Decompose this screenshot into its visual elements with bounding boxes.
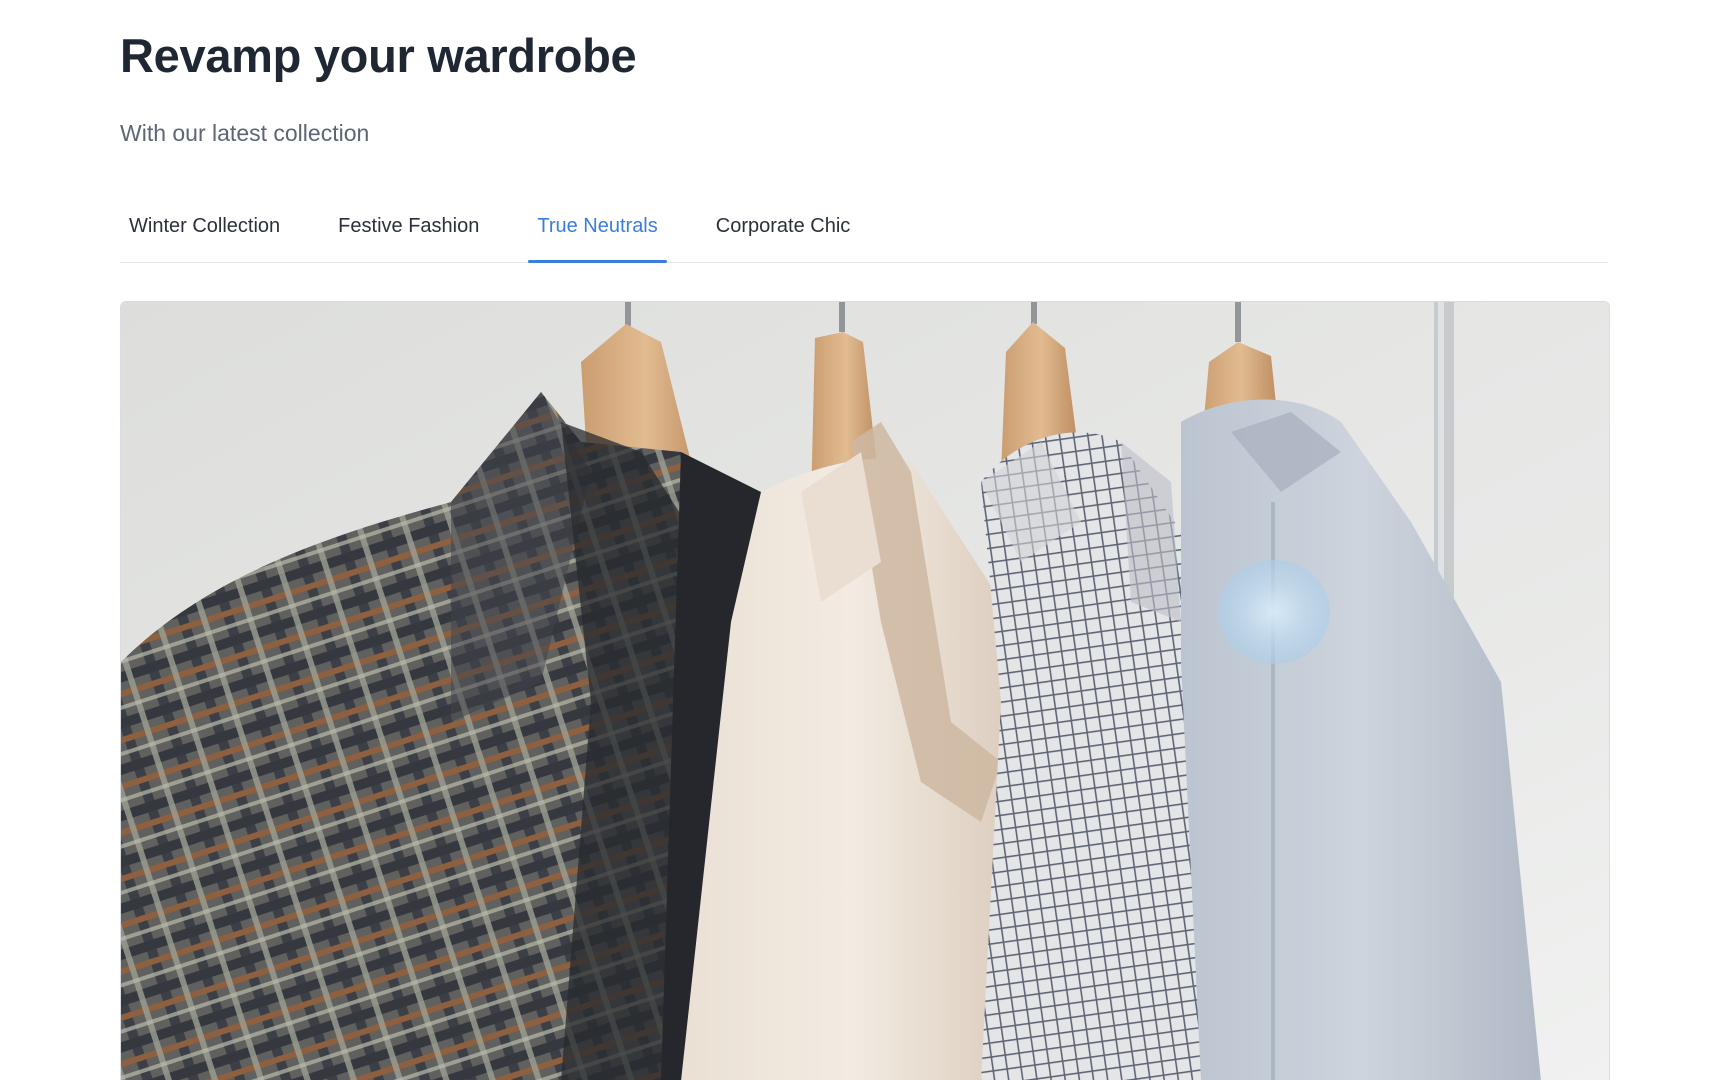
page-title: Revamp your wardrobe — [120, 29, 637, 82]
collection-tabs: Winter Collection Festive Fashion True N… — [120, 206, 1608, 263]
page-subtitle: With our latest collection — [120, 120, 370, 146]
page: Revamp your wardrobe With our latest col… — [0, 0, 1728, 1080]
shirts-on-hangers-photo — [121, 302, 1609, 1080]
tab-winter-collection[interactable]: Winter Collection — [120, 206, 289, 262]
page-header: Revamp your wardrobe With our latest col… — [120, 26, 637, 146]
tab-true-neutrals[interactable]: True Neutrals — [528, 206, 668, 263]
tab-corporate-chic[interactable]: Corporate Chic — [707, 206, 860, 262]
tab-festive-fashion[interactable]: Festive Fashion — [329, 206, 488, 262]
hero-image — [120, 301, 1610, 1080]
